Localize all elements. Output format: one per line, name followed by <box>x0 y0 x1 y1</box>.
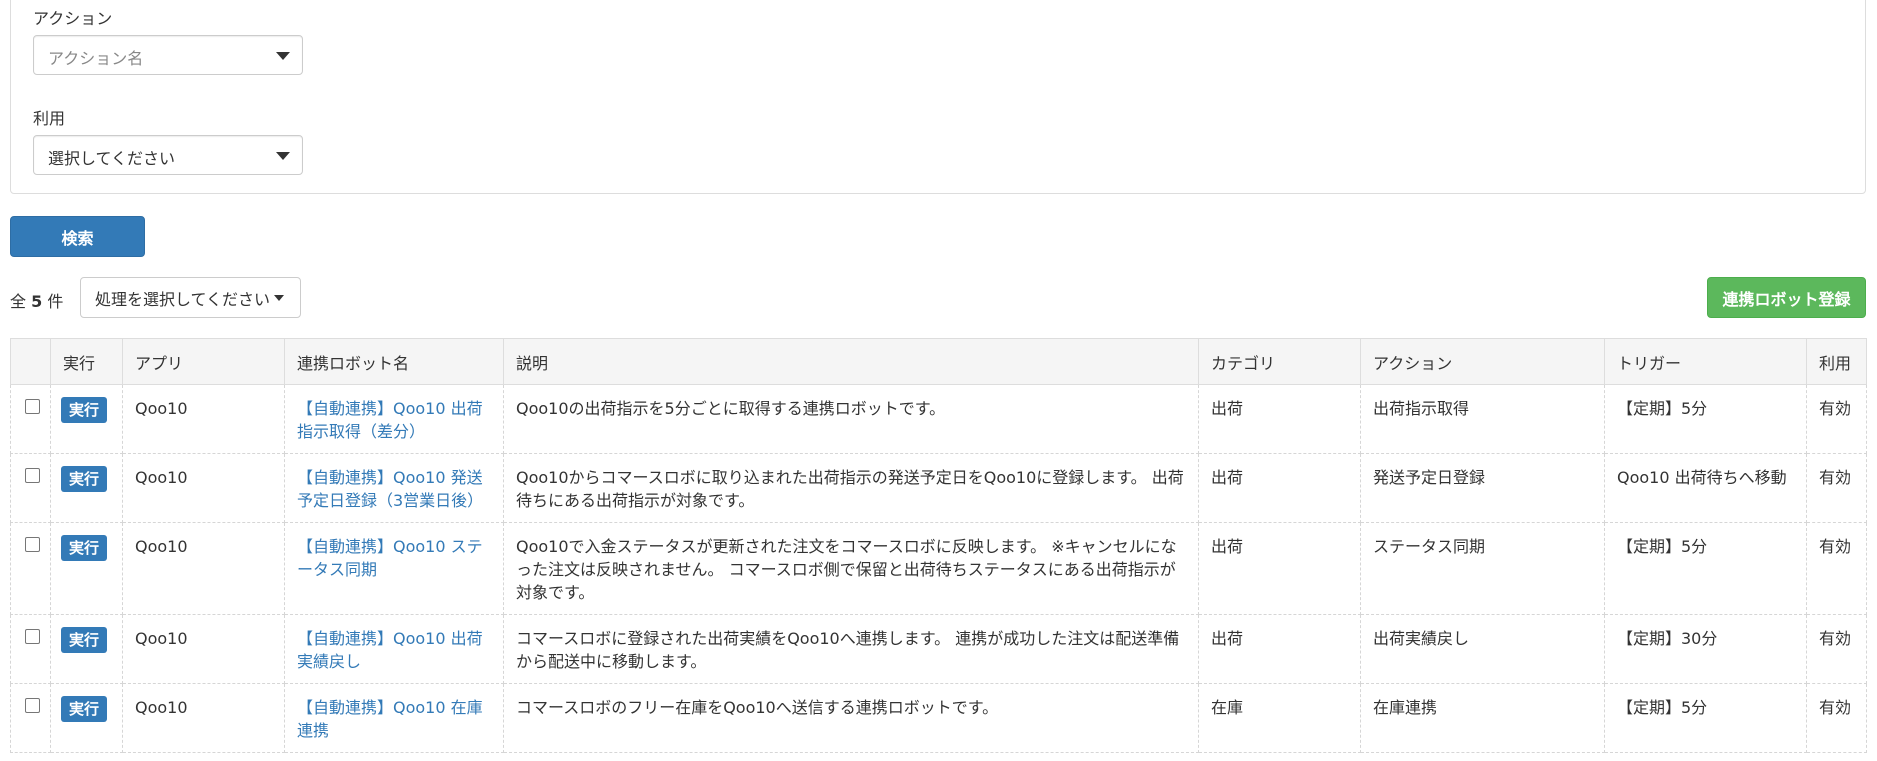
row-checkbox[interactable] <box>25 629 40 644</box>
usage-filter-label: 利用 <box>33 109 66 128</box>
result-count-number: 5 <box>31 292 43 311</box>
category-cell: 出荷 <box>1198 614 1361 684</box>
result-count: 全 5 件 <box>10 288 63 312</box>
row-checkbox-cell <box>10 614 51 684</box>
run-cell: 実行 <box>50 453 123 523</box>
action-filter-label: アクション <box>33 9 113 28</box>
header-run: 実行 <box>50 338 123 385</box>
header-trigger: トリガー <box>1604 338 1807 385</box>
header-description: 説明 <box>503 338 1199 385</box>
category-cell: 出荷 <box>1198 522 1361 615</box>
action-select-placeholder: アクション名 <box>48 49 144 68</box>
trigger-cell: 【定期】5分 <box>1604 683 1807 753</box>
action-cell: 出荷実績戻し <box>1360 614 1605 684</box>
result-count-prefix: 全 <box>10 292 27 311</box>
robot-table: 実行 アプリ 連携ロボット名 説明 カテゴリ アクション トリガー 利用 実行 … <box>10 338 1867 753</box>
header-action: アクション <box>1360 338 1605 385</box>
header-category: カテゴリ <box>1198 338 1361 385</box>
app-cell: Qoo10 <box>122 614 285 684</box>
chevron-down-icon <box>276 152 290 160</box>
action-cell: 在庫連携 <box>1360 683 1605 753</box>
trigger-cell: 【定期】5分 <box>1604 384 1807 454</box>
result-count-suffix: 件 <box>47 292 64 311</box>
row-checkbox[interactable] <box>25 468 40 483</box>
bulk-action-dropdown[interactable]: 処理を選択してください <box>80 277 301 318</box>
run-cell: 実行 <box>50 384 123 454</box>
table-row: 実行 Qoo10 【自動連携】Qoo10 ステータス同期 Qoo10で入金ステー… <box>10 522 1867 615</box>
caret-down-icon <box>274 294 285 301</box>
robot-name-link[interactable]: 【自動連携】Qoo10 発送予定日登録（3営業日後） <box>297 468 483 510</box>
robot-name-cell: 【自動連携】Qoo10 発送予定日登録（3営業日後） <box>284 453 504 523</box>
category-cell: 出荷 <box>1198 384 1361 454</box>
header-app: アプリ <box>122 338 285 385</box>
usage-cell: 有効 <box>1806 522 1867 615</box>
filter-panel: アクション アクション名 利用 選択してください <box>10 0 1866 194</box>
row-checkbox[interactable] <box>25 399 40 414</box>
run-button[interactable]: 実行 <box>61 535 108 561</box>
robot-name-cell: 【自動連携】Qoo10 ステータス同期 <box>284 522 504 615</box>
usage-select[interactable]: 選択してください <box>33 135 303 175</box>
table-row: 実行 Qoo10 【自動連携】Qoo10 出荷指示取得（差分） Qoo10の出荷… <box>10 384 1867 454</box>
row-checkbox[interactable] <box>25 698 40 713</box>
bulk-action-label: 処理を選択してください <box>95 289 271 309</box>
description-cell: Qoo10からコマースロボに取り込まれた出荷指示の発送予定日をQoo10に登録し… <box>503 453 1199 523</box>
action-select[interactable]: アクション名 <box>33 35 303 75</box>
header-usage: 利用 <box>1806 338 1867 385</box>
run-cell: 実行 <box>50 522 123 615</box>
robot-name-link[interactable]: 【自動連携】Qoo10 在庫連携 <box>297 698 483 740</box>
header-select <box>10 338 51 385</box>
trigger-cell: 【定期】30分 <box>1604 614 1807 684</box>
table-row: 実行 Qoo10 【自動連携】Qoo10 在庫連携 コマースロボのフリー在庫をQ… <box>10 683 1867 753</box>
description-cell: Qoo10で入金ステータスが更新された注文をコマースロボに反映します。 ※キャン… <box>503 522 1199 615</box>
app-cell: Qoo10 <box>122 453 285 523</box>
chevron-down-icon <box>276 52 290 60</box>
category-cell: 在庫 <box>1198 683 1361 753</box>
row-checkbox[interactable] <box>25 537 40 552</box>
row-checkbox-cell <box>10 522 51 615</box>
trigger-cell: 【定期】5分 <box>1604 522 1807 615</box>
header-robot-name: 連携ロボット名 <box>284 338 504 385</box>
description-cell: Qoo10の出荷指示を5分ごとに取得する連携ロボットです。 <box>503 384 1199 454</box>
run-cell: 実行 <box>50 614 123 684</box>
app-cell: Qoo10 <box>122 522 285 615</box>
run-button[interactable]: 実行 <box>61 397 108 423</box>
row-checkbox-cell <box>10 384 51 454</box>
table-header-row: 実行 アプリ 連携ロボット名 説明 カテゴリ アクション トリガー 利用 <box>10 338 1867 385</box>
action-cell: ステータス同期 <box>1360 522 1605 615</box>
register-robot-button[interactable]: 連携ロボット登録 <box>1707 277 1866 318</box>
search-button[interactable]: 検索 <box>10 216 145 257</box>
action-cell: 出荷指示取得 <box>1360 384 1605 454</box>
description-cell: コマースロボに登録された出荷実績をQoo10へ連携します。 連携が成功した注文は… <box>503 614 1199 684</box>
run-cell: 実行 <box>50 683 123 753</box>
run-button[interactable]: 実行 <box>61 696 108 722</box>
table-row: 実行 Qoo10 【自動連携】Qoo10 発送予定日登録（3営業日後） Qoo1… <box>10 453 1867 523</box>
robot-name-link[interactable]: 【自動連携】Qoo10 ステータス同期 <box>297 537 483 579</box>
description-cell: コマースロボのフリー在庫をQoo10へ送信する連携ロボットです。 <box>503 683 1199 753</box>
robot-name-cell: 【自動連携】Qoo10 出荷指示取得（差分） <box>284 384 504 454</box>
row-checkbox-cell <box>10 453 51 523</box>
app-cell: Qoo10 <box>122 384 285 454</box>
category-cell: 出荷 <box>1198 453 1361 523</box>
robot-name-cell: 【自動連携】Qoo10 在庫連携 <box>284 683 504 753</box>
usage-cell: 有効 <box>1806 453 1867 523</box>
trigger-cell: Qoo10 出荷待ちへ移動 <box>1604 453 1807 523</box>
usage-select-value: 選択してください <box>48 149 176 168</box>
robot-name-link[interactable]: 【自動連携】Qoo10 出荷指示取得（差分） <box>297 399 483 441</box>
app-cell: Qoo10 <box>122 683 285 753</box>
table-row: 実行 Qoo10 【自動連携】Qoo10 出荷実績戻し コマースロボに登録された… <box>10 614 1867 684</box>
action-cell: 発送予定日登録 <box>1360 453 1605 523</box>
robot-name-cell: 【自動連携】Qoo10 出荷実績戻し <box>284 614 504 684</box>
run-button[interactable]: 実行 <box>61 466 108 492</box>
row-checkbox-cell <box>10 683 51 753</box>
run-button[interactable]: 実行 <box>61 627 108 653</box>
robot-name-link[interactable]: 【自動連携】Qoo10 出荷実績戻し <box>297 629 483 671</box>
usage-cell: 有効 <box>1806 683 1867 753</box>
usage-cell: 有効 <box>1806 384 1867 454</box>
usage-cell: 有効 <box>1806 614 1867 684</box>
